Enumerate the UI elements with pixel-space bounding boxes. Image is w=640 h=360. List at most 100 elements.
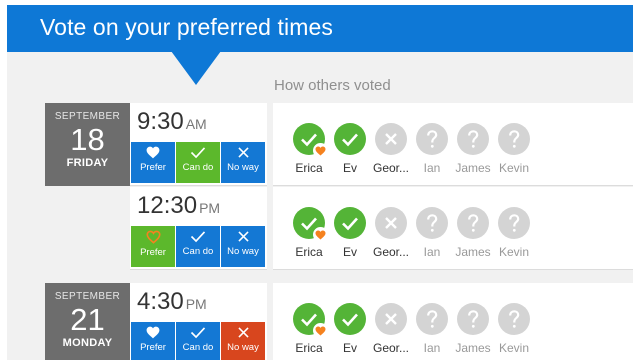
vote-unknown-indicator — [416, 207, 448, 239]
vote-unknown-indicator — [457, 207, 489, 239]
prefer-button[interactable]: Prefer — [131, 142, 175, 183]
prefer-label: Prefer — [140, 247, 166, 258]
question-icon — [468, 310, 479, 328]
voter: Ev — [328, 283, 372, 355]
can-do-label: Can do — [182, 162, 214, 173]
no-way-button[interactable]: No way — [221, 226, 265, 267]
check-icon — [190, 230, 206, 246]
voter: Erica — [287, 283, 331, 355]
vote-options: Prefer Can do No way — [131, 322, 265, 360]
vote-no-way-indicator — [375, 207, 407, 239]
no-way-label: No way — [227, 342, 259, 353]
voter: Erica — [287, 103, 331, 175]
voter-name: Kevin — [498, 161, 530, 175]
header-banner: Vote on your preferred times — [7, 5, 633, 52]
vote-unknown-indicator — [498, 303, 530, 335]
date-card: SEPTEMBER 21 MONDAY — [45, 283, 130, 360]
vote-can-do-indicator — [334, 303, 366, 335]
page-title: Vote on your preferred times — [40, 14, 334, 40]
time-slot: 4:30 PM Prefer Can do No way — [130, 283, 267, 360]
voter-name: Ian — [423, 161, 441, 175]
heart-icon — [315, 145, 326, 156]
question-icon — [427, 130, 438, 148]
question-icon — [509, 310, 520, 328]
question-icon — [427, 214, 438, 232]
can-do-label: Can do — [182, 246, 214, 257]
voter: Ian — [410, 283, 454, 355]
prefer-label: Prefer — [140, 162, 166, 173]
vote-unknown-indicator — [457, 303, 489, 335]
vote-can-do-indicator — [293, 303, 328, 338]
heart-icon — [315, 229, 326, 240]
vote-unknown-indicator — [416, 303, 448, 335]
voter-name: James — [455, 161, 491, 175]
voter: Ian — [410, 187, 454, 259]
voter-name: Ev — [342, 341, 357, 355]
voter: James — [451, 187, 495, 259]
voter-name: Ian — [423, 341, 441, 355]
others-voted-heading: How others voted — [274, 77, 391, 94]
slot-time: 4:30 PM — [137, 288, 207, 315]
question-icon — [468, 130, 479, 148]
can-do-button[interactable]: Can do — [176, 322, 220, 360]
slot-time: 12:30 PM — [137, 192, 221, 219]
voter: James — [451, 283, 495, 355]
question-icon — [509, 214, 520, 232]
date-day: 21 — [70, 302, 105, 337]
check-icon — [342, 313, 358, 327]
voters-row: Erica Ev Geor... Ian James Kevin — [273, 187, 633, 270]
x-icon — [237, 230, 250, 246]
no-way-button[interactable]: No way — [221, 142, 265, 183]
check-icon — [342, 133, 358, 147]
date-weekday: FRIDAY — [66, 157, 109, 169]
voter-name: Ev — [342, 245, 357, 259]
date-month: SEPTEMBER — [54, 291, 121, 302]
date-month: SEPTEMBER — [54, 111, 121, 122]
voter: Erica — [287, 187, 331, 259]
voter-name: Geor... — [372, 245, 410, 259]
voter-name: Ian — [423, 245, 441, 259]
check-icon — [190, 326, 206, 342]
vote-no-way-indicator — [375, 123, 407, 155]
vote-unknown-indicator — [416, 123, 448, 155]
date-weekday: MONDAY — [62, 337, 113, 349]
vote-unknown-indicator — [498, 123, 530, 155]
voter: Kevin — [492, 283, 536, 355]
prefer-label: Prefer — [140, 342, 166, 353]
prefer-button[interactable]: Prefer — [131, 322, 175, 360]
x-icon — [237, 146, 250, 162]
prefer-badge — [313, 323, 328, 338]
prefer-badge — [313, 143, 328, 158]
vote-options: Prefer Can do No way — [131, 226, 265, 267]
voter: Ev — [328, 187, 372, 259]
vote-can-do-indicator — [293, 123, 328, 158]
voter: Geor... — [369, 187, 413, 259]
can-do-button[interactable]: Can do — [176, 142, 220, 183]
vote-panel: Vote on your preferred times How others … — [7, 5, 633, 360]
voter-name: Geor... — [372, 341, 410, 355]
voters-row: Erica Ev Geor... Ian James Kevin — [273, 103, 633, 186]
question-icon — [427, 310, 438, 328]
time-slot: 9:30 AM Prefer Can do No way — [130, 103, 267, 186]
voter: Ian — [410, 103, 454, 175]
prefer-button[interactable]: Prefer — [131, 226, 175, 267]
can-do-button[interactable]: Can do — [176, 226, 220, 267]
voter-name: Kevin — [498, 245, 530, 259]
banner-pointer — [171, 51, 221, 85]
voter: Ev — [328, 103, 372, 175]
voter: Geor... — [369, 283, 413, 355]
question-icon — [509, 130, 520, 148]
x-icon — [385, 313, 397, 325]
check-icon — [342, 217, 358, 231]
no-way-button[interactable]: No way — [221, 322, 265, 360]
x-icon — [385, 217, 397, 229]
can-do-label: Can do — [182, 342, 214, 353]
vote-unknown-indicator — [498, 207, 530, 239]
vote-no-way-indicator — [375, 303, 407, 335]
voter-name: Erica — [295, 245, 323, 259]
voter-name: Erica — [295, 341, 323, 355]
heart-icon — [145, 230, 161, 247]
heart-icon — [146, 326, 160, 342]
x-icon — [385, 133, 397, 145]
voter-name: James — [455, 341, 491, 355]
